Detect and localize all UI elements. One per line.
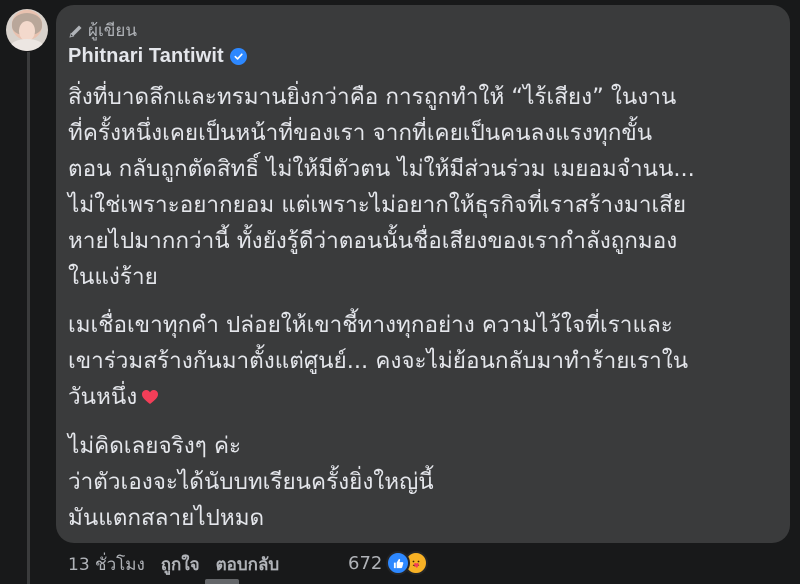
- text-line: เมเชื่อเขาทุกคำ ปล่อยให้เขาชี้ทางทุกอย่า…: [68, 312, 673, 338]
- reaction-summary[interactable]: 672: [348, 551, 429, 575]
- timestamp[interactable]: 13 ชั่วโมง: [68, 551, 145, 578]
- reply-button[interactable]: ตอบกลับ: [216, 551, 280, 578]
- author-row: Phitnari Tantiwit: [68, 45, 247, 68]
- paragraph-2: เมเชื่อเขาทุกคำ ปล่อยให้เขาชี้ทางทุกอย่า…: [68, 307, 774, 416]
- reaction-count: 672: [348, 552, 383, 574]
- text-line: ที่ครั้งหนึ่งเคยเป็นหน้าที่ของเรา จากที่…: [68, 120, 653, 146]
- comment-body: สิ่งที่บาดลึกและทรมานยิ่งกว่าคือ การถูกท…: [68, 79, 774, 536]
- text-line: ตอน กลับถูกตัดสิทธิ์ ไม่ให้มีตัวตน ไม่ให…: [68, 156, 695, 182]
- avatar[interactable]: [6, 9, 48, 51]
- thread-line: [27, 52, 30, 584]
- text-line: หายไปมากกว่านี้ ทั้งยังรู้ดีว่าตอนนั้นชื…: [68, 228, 678, 254]
- author-tag-label: ผู้เขียน: [88, 21, 137, 41]
- text-line: ว่าตัวเองจะได้นับบทเรียนครั้งยิ่งใหญ่นี้: [68, 468, 434, 495]
- author-name[interactable]: Phitnari Tantiwit: [68, 45, 224, 68]
- heart-icon: [141, 380, 159, 416]
- reaction-icons: [386, 551, 429, 575]
- text-line: มันแตกสลายไปหมด: [68, 504, 265, 531]
- text-line: วันหนึ่ง: [68, 384, 138, 410]
- comment-bubble: ผู้เขียน Phitnari Tantiwit สิ่งที่บาดลึก…: [56, 5, 790, 543]
- avatar-shoulders: [10, 39, 44, 51]
- text-line-with-heart: วันหนึ่ง: [68, 379, 774, 416]
- text-line: เขาร่วมสร้างกันมาตั้งแต่ศูนย์... คงจะไม่…: [68, 348, 689, 374]
- text-line: ไม่ใช่เพราะอยากยอม แต่เพราะไม่อยากให้ธุร…: [68, 192, 687, 218]
- comment-thread: ผู้เขียน Phitnari Tantiwit สิ่งที่บาดลึก…: [0, 0, 800, 584]
- avatar-face: [19, 21, 35, 41]
- paragraph-3: ไม่คิดเลยจริงๆ ค่ะ ว่าตัวเองจะได้นับบทเร…: [68, 428, 774, 536]
- verified-badge-icon: [229, 48, 247, 65]
- text-line: ไม่คิดเลยจริงๆ ค่ะ: [68, 432, 242, 459]
- paragraph-1: สิ่งที่บาดลึกและทรมานยิ่งกว่าคือ การถูกท…: [68, 79, 774, 295]
- next-reply-fragment: [205, 579, 239, 584]
- like-button[interactable]: ถูกใจ: [161, 551, 200, 578]
- text-line: สิ่งที่บาดลึกและทรมานยิ่งกว่าคือ การถูกท…: [68, 84, 677, 110]
- text-line: ในแง่ร้าย: [68, 264, 158, 290]
- pencil-icon: [69, 25, 82, 38]
- comment-actions: 13 ชั่วโมง ถูกใจ ตอบกลับ: [68, 551, 301, 578]
- author-tag: ผู้เขียน: [68, 17, 137, 44]
